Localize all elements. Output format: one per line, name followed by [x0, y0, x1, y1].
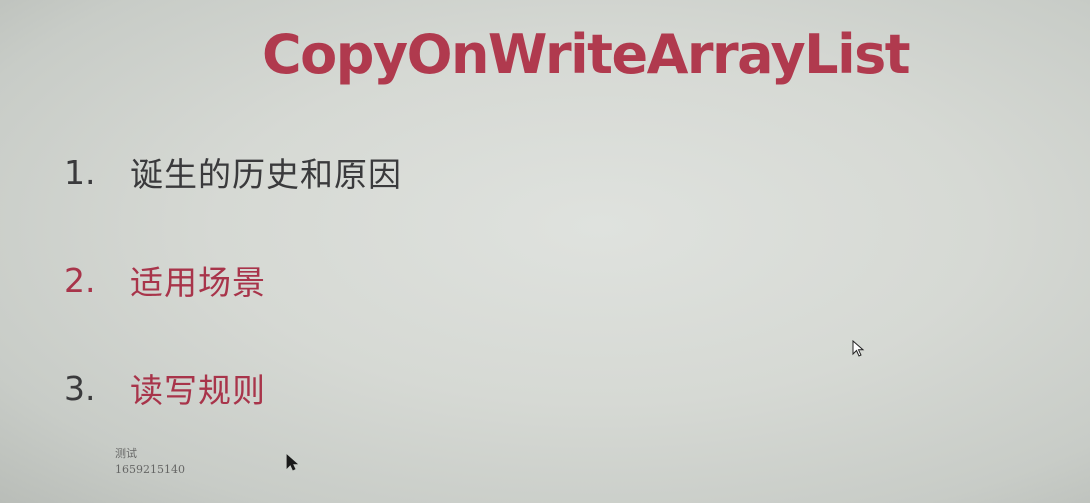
list-item-label: 诞生的历史和原因 — [130, 155, 402, 194]
list-item-number: 3. — [64, 368, 96, 408]
list-item-number: 2. — [64, 260, 96, 300]
list-item-2: 2. 适用场景 — [64, 256, 266, 304]
mouse-pointer-solid-icon — [286, 454, 299, 471]
watermark-line-2: 1659215140 — [115, 463, 185, 476]
watermark-line-1: 测试 — [115, 447, 137, 460]
watermark: 测试 1659215140 — [115, 446, 185, 478]
slide-title: CopyOnWriteArrayList — [262, 23, 911, 86]
list-item-number: 1. — [64, 152, 96, 192]
presentation-slide: CopyOnWriteArrayList 1. 诞生的历史和原因 2. 适用场景… — [0, 0, 1090, 503]
list-item-label: 适用场景 — [130, 263, 266, 302]
list-item-label: 读写规则 — [130, 371, 266, 410]
list-item-3: 3. 读写规则 — [64, 364, 266, 412]
list-item-1: 1. 诞生的历史和原因 — [64, 148, 402, 196]
mouse-pointer-outline-icon — [852, 340, 865, 357]
